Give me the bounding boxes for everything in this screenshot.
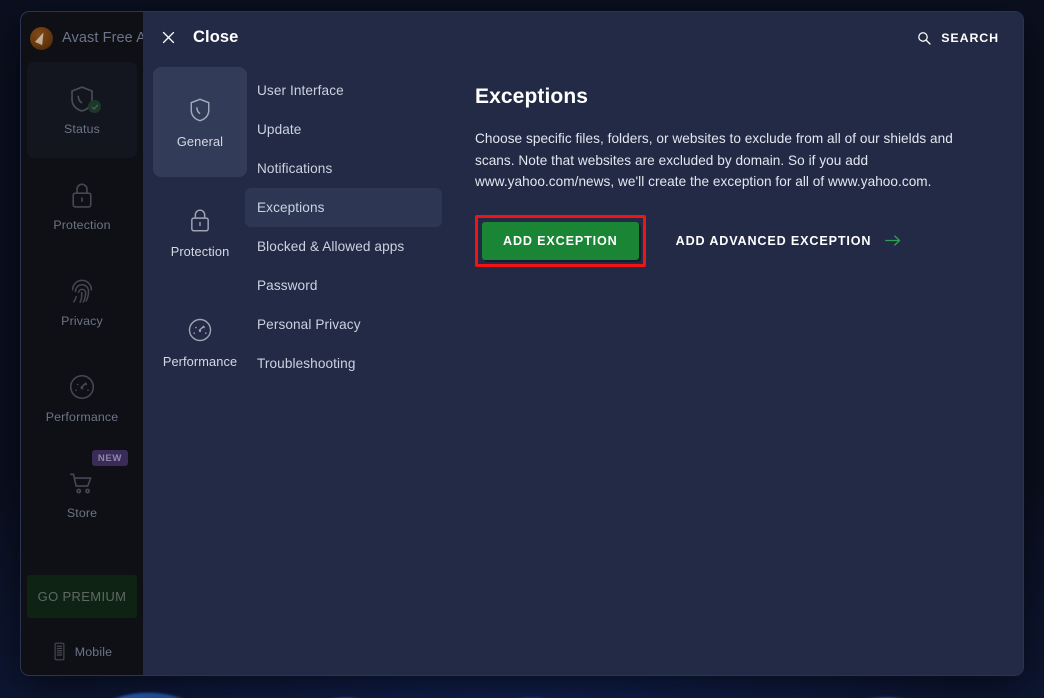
- action-row: ADD EXCEPTION ADD ADVANCED EXCEPTION: [475, 215, 995, 267]
- sidebar-item-status[interactable]: Status: [27, 62, 137, 158]
- subnav-item-update[interactable]: Update: [245, 110, 442, 149]
- app-sidebar: Avast Free A Status: [21, 12, 143, 676]
- subnav-item-password[interactable]: Password: [245, 266, 442, 305]
- sidebar-item-privacy[interactable]: Privacy: [27, 254, 137, 350]
- lock-icon: [67, 180, 97, 210]
- wallpaper-petal: [592, 681, 808, 698]
- subnav-item-user-interface[interactable]: User Interface: [245, 71, 442, 110]
- wallpaper-petal: [418, 682, 643, 698]
- speedometer-icon: [186, 316, 214, 344]
- settings-header: Close SEARCH: [143, 12, 1024, 63]
- subnav-item-troubleshooting[interactable]: Troubleshooting: [245, 344, 442, 383]
- arrow-right-icon: [884, 234, 902, 247]
- category-label: Protection: [171, 244, 230, 259]
- shield-icon: [186, 96, 214, 124]
- category-general[interactable]: General: [153, 67, 247, 177]
- lock-icon: [186, 206, 214, 234]
- subnav-item-exceptions[interactable]: Exceptions: [245, 188, 442, 227]
- phone-icon: [52, 641, 67, 662]
- go-premium-button[interactable]: GO PREMIUM: [27, 575, 137, 618]
- speedometer-icon: [67, 372, 97, 402]
- app-brand: Avast Free A: [21, 19, 143, 53]
- add-exception-button[interactable]: ADD EXCEPTION: [482, 222, 639, 260]
- avast-logo-icon: [30, 27, 53, 50]
- shield-check-icon: [67, 84, 97, 114]
- page-description: Choose specific files, folders, or websi…: [475, 128, 995, 193]
- add-advanced-exception-button[interactable]: ADD ADVANCED EXCEPTION: [676, 234, 903, 248]
- wallpaper-petal: [677, 686, 952, 698]
- sidebar-item-label: Store: [67, 506, 97, 520]
- add-advanced-exception-label: ADD ADVANCED EXCEPTION: [676, 234, 872, 248]
- wallpaper-petal: [315, 681, 595, 698]
- sidebar-item-label: Status: [64, 122, 100, 136]
- cart-icon: [67, 468, 97, 498]
- sidebar-items: Status Protection: [21, 62, 143, 542]
- close-button[interactable]: Close: [161, 28, 238, 47]
- sidebar-item-label: Performance: [46, 410, 119, 424]
- settings-detail-pane: Exceptions Choose specific files, folder…: [446, 63, 1024, 676]
- sidebar-item-store[interactable]: NEW Store: [27, 446, 137, 542]
- settings-subnav: User Interface Update Notifications Exce…: [241, 63, 446, 676]
- settings-modal: Close SEARCH: [143, 12, 1024, 676]
- sidebar-item-label: Protection: [53, 218, 110, 232]
- settings-body: General Protection: [143, 63, 1024, 676]
- settings-category-column: General Protection: [143, 63, 241, 676]
- search-icon: [916, 30, 932, 46]
- subnav-item-blocked-allowed-apps[interactable]: Blocked & Allowed apps: [245, 227, 442, 266]
- category-protection[interactable]: Protection: [153, 177, 247, 287]
- wallpaper-petal: [139, 687, 421, 698]
- search-button[interactable]: SEARCH: [916, 30, 999, 46]
- search-label: SEARCH: [941, 31, 999, 45]
- close-icon: [161, 30, 176, 45]
- subnav-item-personal-privacy[interactable]: Personal Privacy: [245, 305, 442, 344]
- sidebar-item-label: Privacy: [61, 314, 103, 328]
- avast-window: Avast Free A Status: [20, 11, 1024, 676]
- close-label: Close: [193, 28, 238, 47]
- desktop-background: Avast Free A Status: [0, 0, 1044, 698]
- fingerprint-icon: [67, 276, 97, 306]
- highlight-annotation: ADD EXCEPTION: [475, 215, 646, 267]
- wallpaper-petal: [936, 679, 1044, 698]
- category-label: Performance: [163, 354, 237, 369]
- subnav-item-notifications[interactable]: Notifications: [245, 149, 442, 188]
- sidebar-item-protection[interactable]: Protection: [27, 158, 137, 254]
- new-badge: NEW: [92, 450, 128, 466]
- sidebar-item-label: Mobile: [75, 645, 112, 659]
- sidebar-item-mobile[interactable]: Mobile: [21, 641, 143, 662]
- category-label: General: [177, 134, 223, 149]
- wallpaper-petal: [850, 681, 1044, 698]
- sidebar-item-performance[interactable]: Performance: [27, 350, 137, 446]
- status-ok-badge: [88, 100, 101, 113]
- app-title: Avast Free A: [62, 30, 146, 46]
- category-performance[interactable]: Performance: [153, 287, 247, 397]
- page-title: Exceptions: [475, 85, 995, 109]
